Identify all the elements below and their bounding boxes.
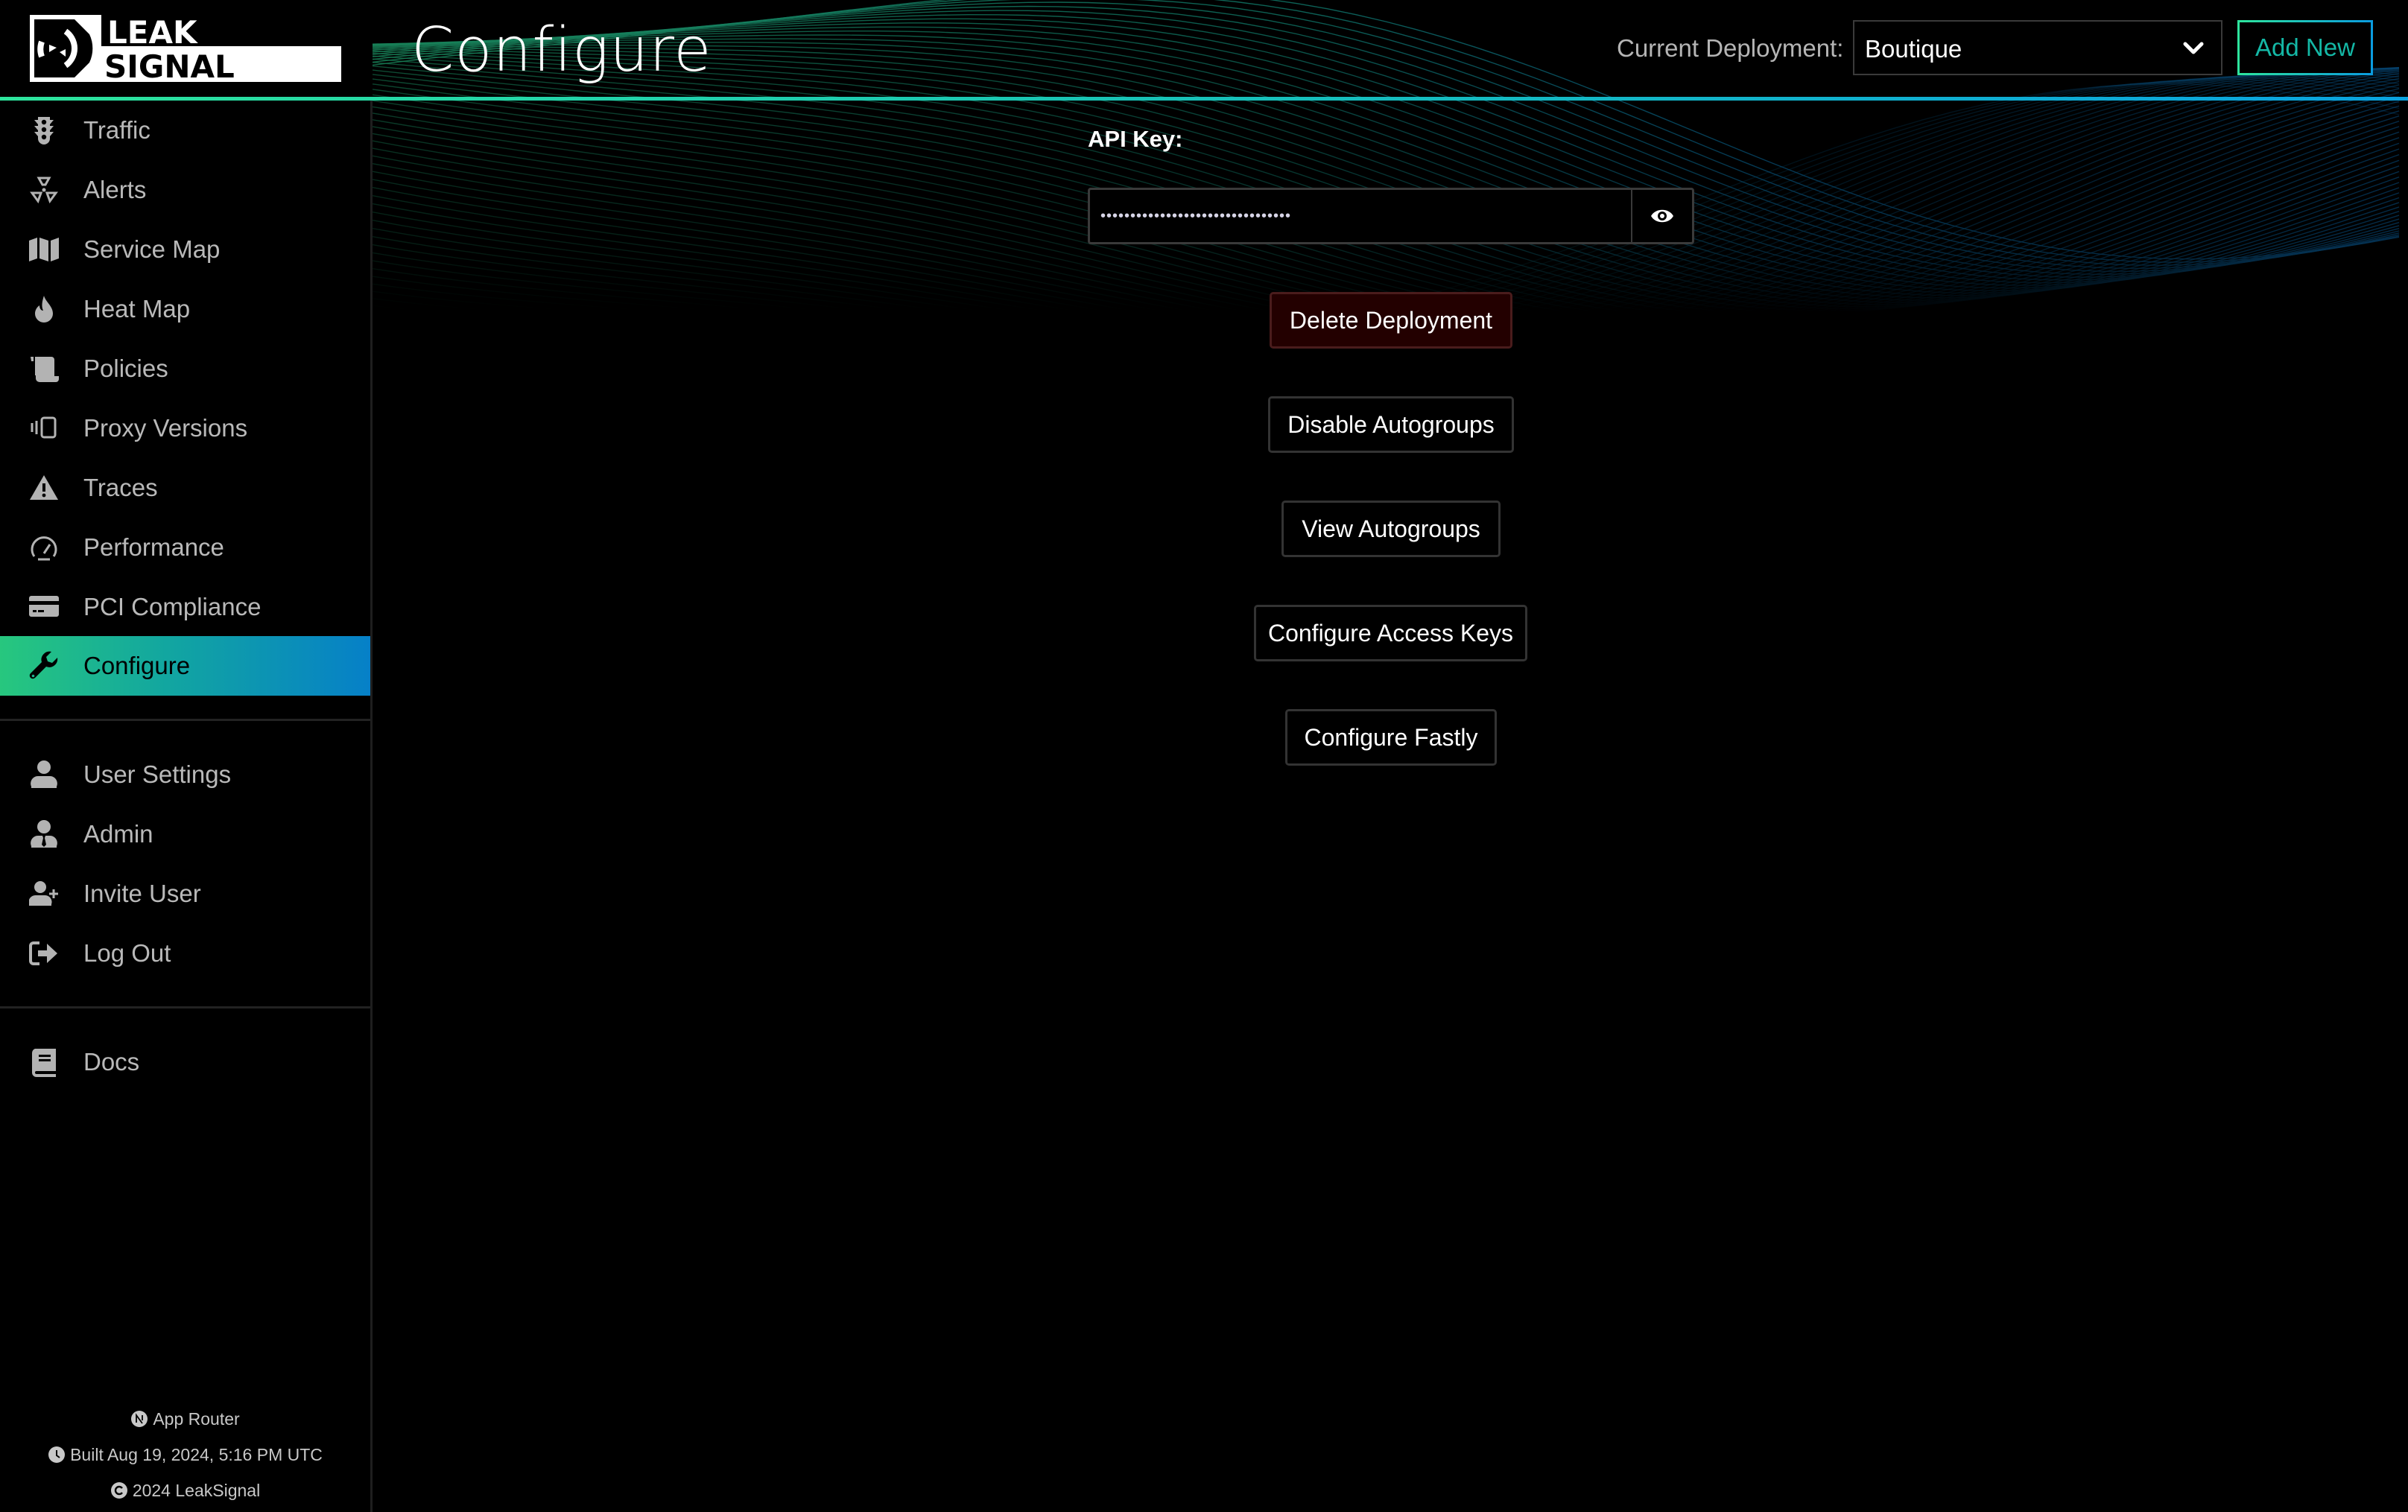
sidebar-item-label: Admin bbox=[83, 820, 153, 848]
sidebar-item-docs[interactable]: Docs bbox=[0, 1032, 370, 1092]
nextjs-icon bbox=[131, 1411, 148, 1427]
map-icon bbox=[28, 234, 60, 265]
book-icon bbox=[28, 1046, 60, 1078]
gauge-icon bbox=[28, 532, 60, 563]
sidebar-item-traces[interactable]: Traces bbox=[0, 458, 370, 518]
disable-autogroups-button[interactable]: Disable Autogroups bbox=[1268, 396, 1514, 453]
traffic-light-icon bbox=[28, 115, 60, 146]
sidebar-item-label: Alerts bbox=[83, 176, 147, 203]
sidebar-item-label: Invite User bbox=[83, 880, 201, 907]
chevron-down-icon bbox=[2183, 42, 2204, 54]
sidebar-item-user-settings[interactable]: User Settings bbox=[0, 745, 370, 804]
radiation-icon bbox=[28, 174, 60, 206]
sidebar-item-label: Policies bbox=[83, 355, 168, 382]
wrench-icon bbox=[28, 650, 60, 682]
sidebar-item-label: Service Map bbox=[83, 235, 221, 263]
fire-icon bbox=[28, 293, 60, 325]
configure-access-keys-button[interactable]: Configure Access Keys bbox=[1254, 605, 1527, 661]
sidebar-item-label: Log Out bbox=[83, 939, 171, 967]
sidebar-item-label: User Settings bbox=[83, 760, 232, 788]
clock-icon bbox=[48, 1446, 66, 1463]
toggle-api-key-visibility-button[interactable] bbox=[1631, 190, 1692, 242]
sign-out-icon bbox=[28, 938, 60, 969]
header-divider bbox=[0, 97, 2408, 101]
sidebar-divider bbox=[0, 719, 370, 721]
footer-build-text: Built Aug 19, 2024, 5:16 PM UTC bbox=[70, 1445, 323, 1464]
sidebar-item-label: Configure bbox=[83, 652, 191, 679]
sidebar-item-pci-compliance[interactable]: PCI Compliance bbox=[0, 577, 370, 637]
copyright-icon bbox=[110, 1482, 127, 1499]
sidebar-footer: App Router Built Aug 19, 2024, 5:16 PM U… bbox=[0, 1401, 370, 1508]
view-autogroups-button[interactable]: View Autogroups bbox=[1281, 501, 1501, 557]
svg-text:SIGNAL: SIGNAL bbox=[104, 48, 235, 82]
eye-icon bbox=[1651, 209, 1673, 223]
user-icon bbox=[28, 759, 60, 790]
sidebar-item-log-out[interactable]: Log Out bbox=[0, 924, 370, 983]
sidebar-item-traffic[interactable]: Traffic bbox=[0, 101, 370, 160]
sidebar-item-label: Traces bbox=[83, 474, 158, 501]
footer-copyright-text: 2024 LeakSignal bbox=[132, 1481, 261, 1500]
leaksignal-logo[interactable]: LEAK SIGNAL bbox=[30, 15, 341, 82]
footer-router: App Router bbox=[0, 1401, 370, 1437]
current-deployment-label: Current Deployment: bbox=[1617, 34, 1844, 62]
sidebar-item-label: Traffic bbox=[83, 116, 150, 144]
sidebar-divider bbox=[0, 1006, 370, 1008]
credit-card-icon bbox=[28, 591, 60, 623]
versions-icon bbox=[28, 413, 60, 444]
sidebar-item-proxy-versions[interactable]: Proxy Versions bbox=[0, 398, 370, 458]
deployment-select-value: Boutique bbox=[1865, 35, 1962, 63]
sidebar-item-performance[interactable]: Performance bbox=[0, 518, 370, 577]
sidebar-item-configure[interactable]: Configure bbox=[0, 636, 370, 696]
footer-build: Built Aug 19, 2024, 5:16 PM UTC bbox=[0, 1437, 370, 1473]
sidebar: Traffic Alerts Service Map Heat Map Poli… bbox=[0, 101, 373, 1512]
warning-triangle-icon bbox=[28, 472, 60, 504]
sidebar-item-alerts[interactable]: Alerts bbox=[0, 160, 370, 220]
svg-text:LEAK: LEAK bbox=[107, 15, 198, 51]
footer-router-text: App Router bbox=[153, 1409, 240, 1429]
api-key-field: •••••••••••••••••••••••••••••••• bbox=[1088, 188, 1694, 244]
sidebar-item-label: Performance bbox=[83, 533, 224, 561]
deployment-select[interactable]: Boutique bbox=[1853, 20, 2222, 75]
api-key-input[interactable]: •••••••••••••••••••••••••••••••• bbox=[1090, 190, 1631, 242]
sidebar-item-invite-user[interactable]: Invite User bbox=[0, 864, 370, 924]
sidebar-item-label: PCI Compliance bbox=[83, 593, 262, 620]
api-key-label: API Key: bbox=[1088, 126, 1183, 152]
sidebar-item-policies[interactable]: Policies bbox=[0, 339, 370, 398]
sidebar-item-label: Docs bbox=[83, 1048, 140, 1076]
sidebar-item-heat-map[interactable]: Heat Map bbox=[0, 279, 370, 339]
scroll-icon bbox=[28, 353, 60, 384]
footer-copyright: 2024 LeakSignal bbox=[0, 1473, 370, 1508]
sidebar-item-service-map[interactable]: Service Map bbox=[0, 220, 370, 279]
sidebar-item-admin[interactable]: Admin bbox=[0, 804, 370, 864]
delete-deployment-button[interactable]: Delete Deployment bbox=[1270, 292, 1512, 349]
user-plus-icon bbox=[28, 878, 60, 909]
sidebar-item-label: Heat Map bbox=[83, 295, 191, 323]
add-new-deployment-button[interactable]: Add New bbox=[2237, 20, 2373, 75]
page-title: Configure bbox=[411, 15, 712, 86]
sidebar-item-label: Proxy Versions bbox=[83, 414, 248, 442]
configure-fastly-button[interactable]: Configure Fastly bbox=[1285, 709, 1497, 766]
user-tie-icon bbox=[28, 819, 60, 850]
